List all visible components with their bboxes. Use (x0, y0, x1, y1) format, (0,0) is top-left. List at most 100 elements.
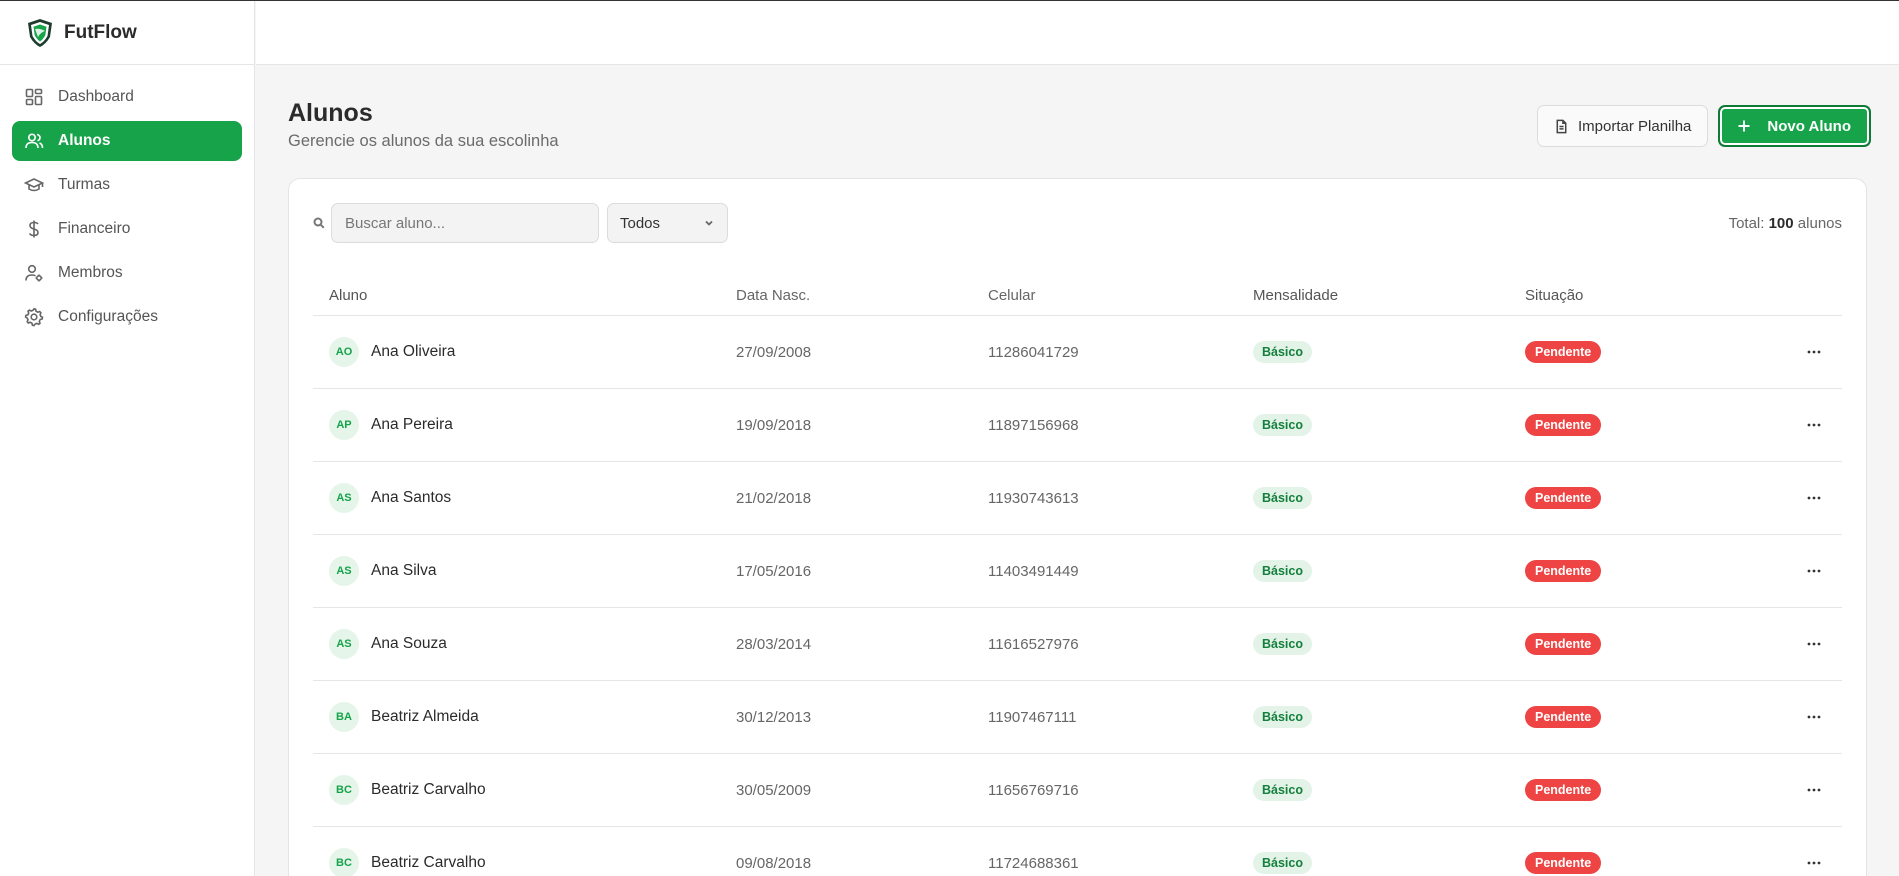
row-actions-button[interactable] (1800, 484, 1828, 512)
table-row[interactable]: BA Beatriz Almeida 30/12/2013 1190746711… (313, 681, 1842, 754)
sidebar-item-alunos[interactable]: Alunos (12, 121, 242, 161)
students-table: Aluno Data Nasc. Celular Mensalidade Sit… (313, 275, 1842, 876)
status-badge: Pendente (1525, 341, 1602, 363)
row-actions-button[interactable] (1800, 338, 1828, 366)
table-row[interactable]: AP Ana Pereira 19/09/2018 11897156968 Bá… (313, 389, 1842, 462)
top-bar (256, 1, 1899, 65)
student-name[interactable]: Ana Silva (371, 562, 436, 580)
plan-badge: Básico (1253, 414, 1312, 436)
sidebar-item-dashboard[interactable]: Dashboard (12, 77, 242, 117)
phone-number: 11897156968 (988, 416, 1079, 434)
dashboard-icon (25, 88, 43, 106)
student-cell: AS Ana Silva (313, 556, 736, 586)
sidebar-item-label: Turmas (58, 176, 110, 193)
status-cell: Pendente (1525, 341, 1785, 363)
row-actions-cell (1785, 557, 1842, 585)
brand[interactable]: FutFlow (0, 1, 254, 65)
plan-badge: Básico (1253, 633, 1312, 655)
status-badge: Pendente (1525, 852, 1602, 874)
status-cell: Pendente (1525, 706, 1785, 728)
table-row[interactable]: AS Ana Santos 21/02/2018 11930743613 Bás… (313, 462, 1842, 535)
table-row[interactable]: AO Ana Oliveira 27/09/2008 11286041729 B… (313, 316, 1842, 389)
row-actions-button[interactable] (1800, 776, 1828, 804)
column-header-mensalidade[interactable]: Mensalidade (1253, 287, 1525, 304)
sidebar-item-financeiro[interactable]: Financeiro (12, 209, 242, 249)
sidebar-item-turmas[interactable]: Turmas (12, 165, 242, 205)
row-actions-button[interactable] (1800, 849, 1828, 876)
avatar: AS (329, 556, 359, 586)
sidebar: FutFlow Dashboard Alunos Turmas Financei… (0, 1, 255, 876)
total-suffix: alunos (1797, 214, 1842, 232)
status-badge: Pendente (1525, 487, 1602, 509)
birth-date: 19/09/2018 (736, 416, 812, 434)
total-prefix: Total: (1728, 214, 1765, 232)
status-cell: Pendente (1525, 560, 1785, 582)
phone-number: 11616527976 (988, 635, 1079, 653)
birth-date: 30/05/2009 (736, 781, 812, 799)
new-student-label: Novo Aluno (1767, 117, 1851, 135)
row-actions-cell (1785, 484, 1842, 512)
search-input[interactable] (331, 203, 599, 243)
student-name[interactable]: Ana Pereira (371, 416, 453, 434)
sidebar-item-label: Alunos (58, 132, 111, 149)
table-header: Aluno Data Nasc. Celular Mensalidade Sit… (313, 275, 1842, 316)
student-cell: BC Beatriz Carvalho (313, 848, 736, 876)
column-header-data-nasc[interactable]: Data Nasc. (736, 287, 988, 304)
import-spreadsheet-label: Importar Planilha (1578, 117, 1692, 135)
more-horizontal-icon (1807, 715, 1820, 719)
table-row[interactable]: BC Beatriz Carvalho 09/08/2018 117246883… (313, 827, 1842, 876)
brand-name: FutFlow (64, 21, 137, 43)
table-row[interactable]: BC Beatriz Carvalho 30/05/2009 116567697… (313, 754, 1842, 827)
student-name[interactable]: Ana Souza (371, 635, 447, 653)
student-name[interactable]: Beatriz Carvalho (371, 781, 486, 799)
graduation-cap-icon (24, 178, 44, 192)
row-actions-cell (1785, 776, 1842, 804)
plan-badge: Básico (1253, 487, 1312, 509)
avatar: AS (329, 483, 359, 513)
more-horizontal-icon (1807, 788, 1820, 792)
total-number: 100 (1768, 214, 1794, 232)
status-cell: Pendente (1525, 487, 1785, 509)
more-horizontal-icon (1807, 642, 1820, 646)
student-name[interactable]: Beatriz Carvalho (371, 854, 486, 872)
row-actions-button[interactable] (1800, 411, 1828, 439)
sidebar-item-configuracoes[interactable]: Configurações (12, 297, 242, 337)
sidebar-item-label: Dashboard (58, 88, 134, 105)
status-cell: Pendente (1525, 414, 1785, 436)
plan-cell: Básico (1253, 487, 1525, 509)
row-actions-button[interactable] (1800, 703, 1828, 731)
phone-number: 11286041729 (988, 343, 1079, 361)
page-subtitle: Gerencie os alunos da sua escolinha (288, 132, 559, 150)
status-filter-select[interactable]: Todos (607, 203, 728, 243)
column-header-aluno[interactable]: Aluno (313, 287, 736, 304)
table-row[interactable]: AS Ana Silva 17/05/2016 11403491449 Bási… (313, 535, 1842, 608)
phone-number: 11724688361 (988, 854, 1079, 872)
row-actions-button[interactable] (1800, 557, 1828, 585)
student-name[interactable]: Beatriz Almeida (371, 708, 479, 726)
student-name[interactable]: Ana Santos (371, 489, 451, 507)
row-actions-cell (1785, 703, 1842, 731)
page-header: Alunos Gerencie os alunos da sua escolin… (288, 99, 559, 151)
page-title: Alunos (288, 99, 373, 127)
student-name[interactable]: Ana Oliveira (371, 343, 455, 361)
students-card: Todos Total: 100 alunos Aluno Data Nasc.… (288, 178, 1867, 876)
main-content: Alunos Gerencie os alunos da sua escolin… (256, 65, 1899, 876)
plan-badge: Básico (1253, 341, 1312, 363)
import-spreadsheet-button[interactable]: Importar Planilha (1537, 105, 1709, 147)
column-header-situacao[interactable]: Situação (1525, 287, 1785, 304)
row-actions-button[interactable] (1800, 630, 1828, 658)
birth-date: 17/05/2016 (736, 562, 812, 580)
column-header-celular[interactable]: Celular (988, 287, 1253, 304)
plus-icon (1738, 120, 1750, 132)
row-actions-cell (1785, 849, 1842, 876)
file-icon (1556, 119, 1567, 133)
total-count: Total: 100 alunos (1729, 215, 1842, 232)
table-row[interactable]: AS Ana Souza 28/03/2014 11616527976 Bási… (313, 608, 1842, 681)
new-student-button[interactable]: Novo Aluno (1718, 105, 1871, 147)
row-actions-cell (1785, 630, 1842, 658)
dollar-icon (28, 220, 39, 238)
birth-date: 28/03/2014 (736, 635, 812, 653)
sidebar-item-membros[interactable]: Membros (12, 253, 242, 293)
table-toolbar: Todos Total: 100 alunos (313, 203, 1842, 243)
plan-cell: Básico (1253, 779, 1525, 801)
